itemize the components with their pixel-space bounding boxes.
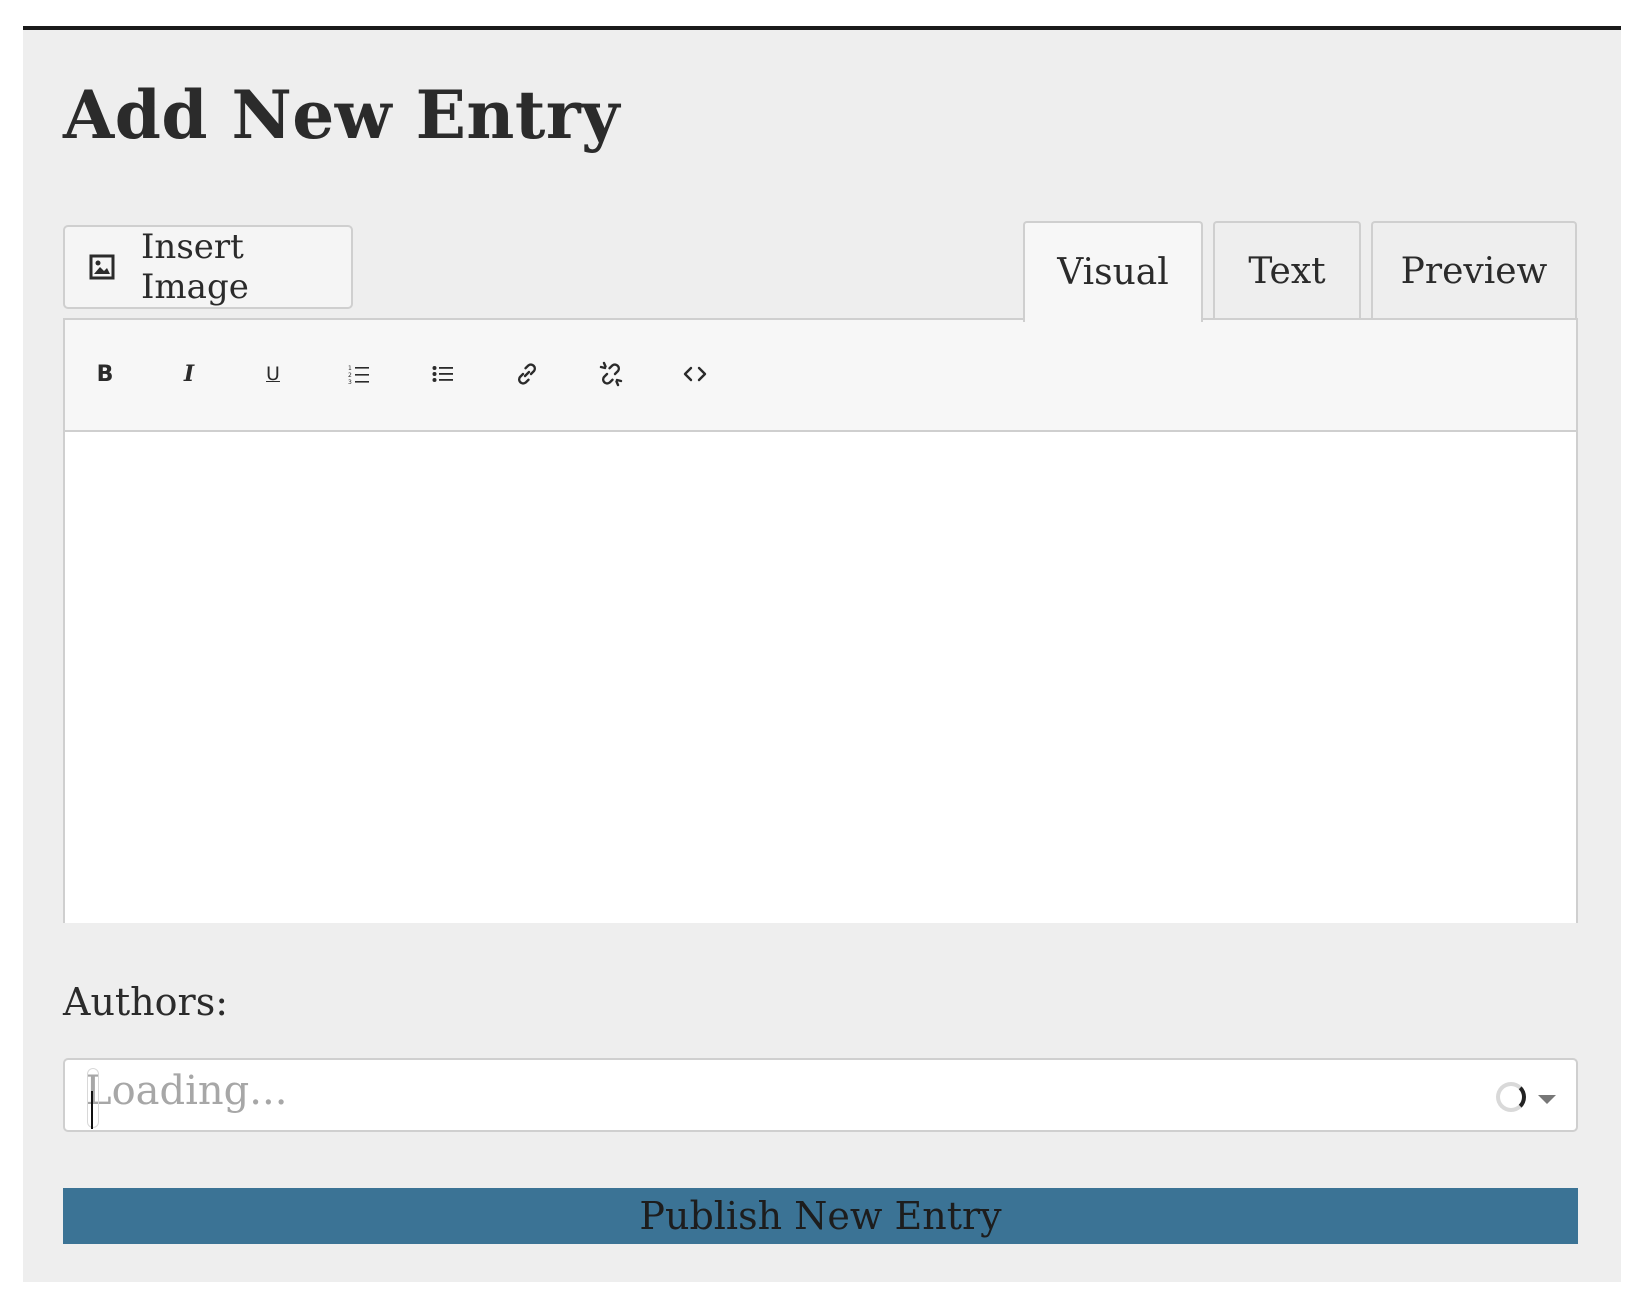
svg-text:3: 3 xyxy=(348,379,352,385)
authors-placeholder: Loading... xyxy=(85,1068,288,1114)
bold-icon: B xyxy=(96,361,114,387)
publish-button[interactable]: Publish New Entry xyxy=(63,1188,1578,1244)
editor-content-area[interactable] xyxy=(65,432,1576,923)
loading-spinner-icon xyxy=(1496,1082,1526,1112)
code-icon xyxy=(683,364,707,384)
tab-text[interactable]: Text xyxy=(1213,221,1361,320)
insert-image-label: Insert Image xyxy=(141,227,249,307)
ordered-list-button[interactable]: 1 2 3 xyxy=(337,352,381,396)
entry-form-panel: Add New Entry Insert Image Visual Text P… xyxy=(23,26,1621,1282)
link-button[interactable] xyxy=(505,352,549,396)
tab-visual[interactable]: Visual xyxy=(1023,221,1203,322)
text-cursor xyxy=(87,1068,99,1129)
code-button[interactable] xyxy=(673,352,717,396)
link-icon xyxy=(514,361,540,387)
unlink-icon xyxy=(598,361,624,387)
authors-select[interactable]: Loading... xyxy=(63,1058,1578,1132)
italic-icon: I xyxy=(183,361,195,387)
image-icon xyxy=(89,254,115,280)
chevron-down-icon[interactable] xyxy=(1538,1095,1556,1104)
underline-icon: U xyxy=(266,363,280,385)
editor-toolbar: B I U 1 2 3 xyxy=(65,320,1576,432)
bold-button[interactable]: B xyxy=(83,352,127,396)
italic-button[interactable]: I xyxy=(167,352,211,396)
unordered-list-button[interactable] xyxy=(421,352,465,396)
insert-image-button[interactable]: Insert Image xyxy=(63,225,353,309)
page-title: Add New Entry xyxy=(63,76,620,154)
underline-button[interactable]: U xyxy=(251,352,295,396)
ordered-list-icon: 1 2 3 xyxy=(348,363,370,385)
authors-label: Authors: xyxy=(63,980,229,1024)
svg-text:1: 1 xyxy=(348,365,352,372)
tab-preview[interactable]: Preview xyxy=(1371,221,1577,320)
rich-text-editor: B I U 1 2 3 xyxy=(63,318,1578,923)
unlink-button[interactable] xyxy=(589,352,633,396)
svg-text:2: 2 xyxy=(348,372,352,379)
unordered-list-icon xyxy=(432,363,454,385)
